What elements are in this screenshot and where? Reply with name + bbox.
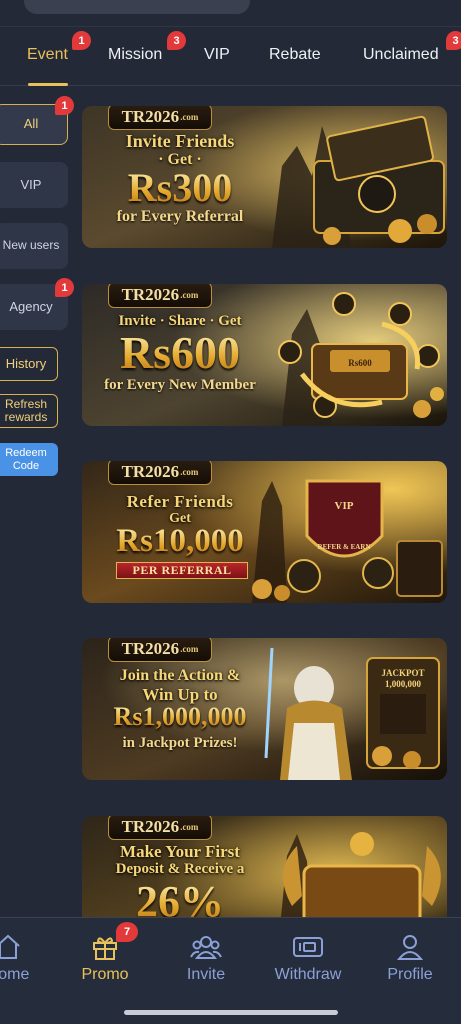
nav-label: Invite xyxy=(186,966,226,983)
banner-line2: Deposit & Receive a xyxy=(115,861,245,877)
svg-text:Rs600: Rs600 xyxy=(348,358,372,368)
sidebar-item-label: VIP xyxy=(20,176,42,192)
svg-text:1,000,000: 1,000,000 xyxy=(385,679,422,689)
sidebar-item-label: New users xyxy=(2,238,60,253)
tab-vip[interactable]: VIP xyxy=(204,46,230,64)
banner-line1: Make Your First xyxy=(120,842,240,861)
refresh-rewards-button[interactable]: Refresh rewards xyxy=(0,394,58,428)
withdraw-icon xyxy=(293,937,323,957)
banner-line3: in Jackpot Prizes! xyxy=(122,735,238,751)
brand-logo: TR2026 .com xyxy=(108,284,212,308)
brand-logo: TR2026 .com xyxy=(108,638,212,662)
banner-line1: Refer Friends xyxy=(126,492,234,511)
banner-amount: Rs300 xyxy=(90,168,270,208)
sidebar-agency-badge: 1 xyxy=(55,278,74,297)
svg-text:REFER & EARN: REFER & EARN xyxy=(318,543,371,551)
banner-line3: for Every New Member xyxy=(104,377,256,393)
nav-withdraw[interactable]: Withdraw xyxy=(262,932,354,984)
nav-invite[interactable]: Invite xyxy=(160,932,252,984)
banner-line3: for Every Referral xyxy=(116,208,244,225)
sidebar-all-badge: 1 xyxy=(55,96,74,115)
tab-event-badge: 1 xyxy=(72,31,91,50)
banner-line1: Invite Friends xyxy=(125,131,235,151)
profile-icon xyxy=(396,935,424,960)
home-indicator xyxy=(124,1010,338,1015)
brand-logo: TR2026 .com xyxy=(108,816,212,840)
tab-active-underline xyxy=(28,83,68,86)
tab-unclaimed[interactable]: Unclaimed xyxy=(363,46,439,64)
tab-rebate[interactable]: Rebate xyxy=(269,46,321,64)
tab-unclaimed-badge: 3 xyxy=(446,31,461,50)
promo-banner-jackpot[interactable]: JACKPOT 1,000,000 TR2026 .com Join the Ac… xyxy=(82,638,447,780)
sidebar-item-vip[interactable]: VIP xyxy=(0,162,68,208)
svg-text:JACKPOT: JACKPOT xyxy=(381,668,424,678)
home-icon xyxy=(0,934,20,959)
tab-mission-badge: 3 xyxy=(167,31,186,50)
bottom-navigation: Home Promo 7 Invite Withdraw Profi xyxy=(0,917,461,1024)
promo-banner-refer-friends[interactable]: VIP REFER & EARN TR2026 .com Refer Friend… xyxy=(82,461,447,603)
nav-label: Withdraw xyxy=(274,966,342,983)
banner-amount: Rs10,000 xyxy=(90,525,270,558)
tab-mission[interactable]: Mission xyxy=(108,46,162,64)
nav-profile[interactable]: Profile xyxy=(364,932,456,984)
tab-event[interactable]: Event xyxy=(27,46,68,64)
promo-banner-invite-friends[interactable]: TR2026 .com Invite Friends · Get · Rs300 … xyxy=(82,106,447,248)
sidebar-item-new-users[interactable]: New users xyxy=(0,223,68,269)
brand-logo: TR2026 .com xyxy=(108,106,212,130)
nav-label: Home xyxy=(0,966,30,983)
svg-text:VIP: VIP xyxy=(335,500,354,512)
nav-promo[interactable]: Promo xyxy=(59,932,151,984)
brand-logo: TR2026 .com xyxy=(108,461,212,485)
category-tabs: Event 1 Mission 3 VIP Rebate Unclaimed 3 xyxy=(0,26,461,86)
banner-amount: Rs600 xyxy=(90,330,270,376)
promo-badge: 7 xyxy=(116,922,138,942)
banner-amount: Rs1,000,000 xyxy=(90,704,270,730)
users-icon xyxy=(190,936,222,959)
banner-line1: Join the Action & xyxy=(119,667,241,684)
promo-banner-invite-share[interactable]: Rs600 TR2026 .com Invite · Share · Get Rs… xyxy=(82,284,447,426)
nav-home[interactable]: Home xyxy=(0,932,54,984)
per-referral-ribbon: PER REFERRAL xyxy=(116,562,248,579)
nav-label: Profile xyxy=(387,966,433,983)
redeem-code-label: Redeem Code xyxy=(5,447,47,472)
history-button[interactable]: History xyxy=(0,347,58,381)
search-pill xyxy=(24,0,250,14)
sidebar-item-label: All xyxy=(23,116,39,132)
nav-label: Promo xyxy=(81,966,129,983)
sidebar-item-label: Agency xyxy=(9,298,53,314)
redeem-code-button[interactable]: Redeem Code xyxy=(0,443,58,476)
